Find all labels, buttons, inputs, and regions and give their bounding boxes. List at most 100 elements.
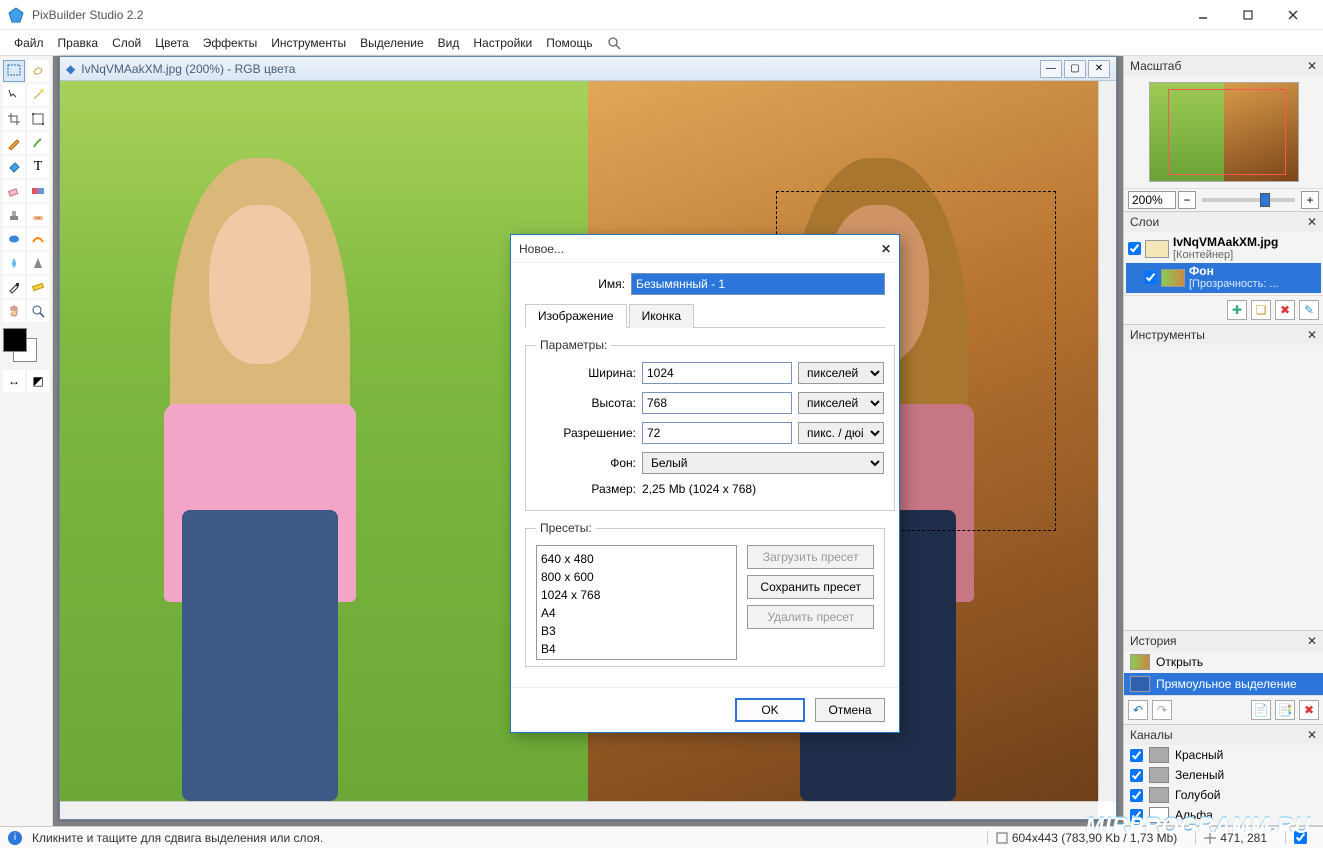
menu-view[interactable]: Вид <box>438 36 460 50</box>
resolution-unit-select[interactable]: пикс. / дюйм <box>798 422 884 444</box>
vertical-scrollbar[interactable] <box>1098 81 1116 801</box>
redo-button[interactable]: ↷ <box>1152 700 1172 720</box>
tool-blur[interactable] <box>3 252 25 274</box>
tool-crop[interactable] <box>3 108 25 130</box>
window-maximize-button[interactable] <box>1225 1 1270 29</box>
menu-effects[interactable]: Эффекты <box>203 36 258 50</box>
menu-edit[interactable]: Правка <box>58 36 99 50</box>
tab-image[interactable]: Изображение <box>525 304 627 328</box>
presets-list[interactable]: 640 x 480 800 x 600 1024 x 768 A4 B3 B4 … <box>536 545 737 660</box>
tool-sharpen[interactable] <box>27 252 49 274</box>
menu-settings[interactable]: Настройки <box>473 36 532 50</box>
tools-panel-close-icon[interactable]: ✕ <box>1307 328 1317 342</box>
swap-colors-icon[interactable]: ↔ <box>3 370 25 392</box>
doc-maximize-button[interactable]: ▢ <box>1064 60 1086 78</box>
dialog-close-icon[interactable]: ✕ <box>881 242 891 256</box>
channels-panel-close-icon[interactable]: ✕ <box>1307 728 1317 742</box>
duplicate-layer-button[interactable]: ❏ <box>1251 300 1271 320</box>
channel-row-green[interactable]: Зеленый <box>1124 765 1323 785</box>
ok-button[interactable]: OK <box>735 698 805 722</box>
zoom-in-button[interactable]: + <box>1301 191 1319 209</box>
undo-button[interactable]: ↶ <box>1128 700 1148 720</box>
zoom-panel-close-icon[interactable]: ✕ <box>1307 59 1317 73</box>
default-colors-icon[interactable]: ◩ <box>27 370 49 392</box>
horizontal-scrollbar[interactable] <box>60 801 1098 819</box>
tool-transform[interactable] <box>27 108 49 130</box>
layer-visibility-checkbox[interactable] <box>1128 242 1141 255</box>
tool-shape[interactable] <box>3 228 25 250</box>
preset-item[interactable]: 1024 x 768 <box>541 586 732 604</box>
tool-gradient[interactable] <box>27 180 49 202</box>
channel-checkbox[interactable] <box>1130 749 1143 762</box>
channel-checkbox[interactable] <box>1130 769 1143 782</box>
tool-fill[interactable] <box>3 156 25 178</box>
tool-move[interactable] <box>3 84 25 106</box>
preset-item[interactable]: B3 <box>541 622 732 640</box>
delete-layer-button[interactable]: ✖ <box>1275 300 1295 320</box>
tool-eraser[interactable] <box>3 180 25 202</box>
snapshot-dup-button[interactable]: 📑 <box>1275 700 1295 720</box>
tool-rect-select[interactable] <box>3 60 25 82</box>
width-input[interactable] <box>642 362 792 384</box>
tool-text[interactable]: T <box>27 156 49 178</box>
tool-wand[interactable] <box>27 84 49 106</box>
tool-measure[interactable] <box>27 276 49 298</box>
menu-layer[interactable]: Слой <box>112 36 141 50</box>
zoom-slider[interactable] <box>1202 198 1295 202</box>
tool-warp[interactable] <box>27 228 49 250</box>
tool-zoom[interactable] <box>27 300 49 322</box>
zoom-input[interactable] <box>1128 191 1176 209</box>
delete-preset-button[interactable]: Удалить пресет <box>747 605 874 629</box>
preset-item[interactable]: B5 <box>541 658 732 660</box>
search-icon[interactable] <box>607 36 621 50</box>
height-unit-select[interactable]: пикселей <box>798 392 884 414</box>
load-preset-button[interactable]: Загрузить пресет <box>747 545 874 569</box>
channel-row-blue[interactable]: Голубой <box>1124 785 1323 805</box>
resolution-input[interactable] <box>642 422 792 444</box>
layer-row-background[interactable]: Фон[Прозрачность: ... <box>1126 263 1321 292</box>
doc-close-button[interactable]: ✕ <box>1088 60 1110 78</box>
cancel-button[interactable]: Отмена <box>815 698 885 722</box>
save-preset-button[interactable]: Сохранить пресет <box>747 575 874 599</box>
tool-heal[interactable] <box>27 204 49 226</box>
layers-panel-close-icon[interactable]: ✕ <box>1307 215 1317 229</box>
height-input[interactable] <box>642 392 792 414</box>
preset-item[interactable]: B4 <box>541 640 732 658</box>
tool-brush[interactable] <box>27 132 49 154</box>
tool-pencil[interactable] <box>3 132 25 154</box>
preset-item[interactable]: 640 x 480 <box>541 550 732 568</box>
history-item-rectselect[interactable]: Прямоульное выделение <box>1124 673 1323 695</box>
tool-eyedropper[interactable] <box>3 276 25 298</box>
doc-minimize-button[interactable]: — <box>1040 60 1062 78</box>
layer-properties-button[interactable]: ✎ <box>1299 300 1319 320</box>
menu-colors[interactable]: Цвета <box>155 36 188 50</box>
channel-checkbox[interactable] <box>1130 789 1143 802</box>
window-minimize-button[interactable] <box>1180 1 1225 29</box>
name-input[interactable] <box>631 273 885 295</box>
layer-row-file[interactable]: IvNqVMAakXM.jpg[Контейнер] <box>1126 234 1321 263</box>
color-swatch[interactable] <box>3 328 43 362</box>
tool-hand[interactable] <box>3 300 25 322</box>
background-select[interactable]: Белый <box>642 452 884 474</box>
history-item-open[interactable]: Открыть <box>1124 651 1323 673</box>
menu-tools[interactable]: Инструменты <box>271 36 346 50</box>
preset-item[interactable]: A4 <box>541 604 732 622</box>
menu-selection[interactable]: Выделение <box>360 36 424 50</box>
menu-file[interactable]: Файл <box>14 36 44 50</box>
snapshot-delete-button[interactable]: ✖ <box>1299 700 1319 720</box>
navigator-thumb[interactable] <box>1149 82 1299 182</box>
history-panel-close-icon[interactable]: ✕ <box>1307 634 1317 648</box>
menu-help[interactable]: Помощь <box>546 36 592 50</box>
tab-icon[interactable]: Иконка <box>629 304 695 328</box>
snapshot-new-button[interactable]: 📄 <box>1251 700 1271 720</box>
tool-stamp[interactable] <box>3 204 25 226</box>
history-panel-title: История <box>1130 634 1177 648</box>
new-layer-button[interactable]: ✚ <box>1227 300 1247 320</box>
tool-lasso[interactable] <box>27 60 49 82</box>
layer-visibility-checkbox[interactable] <box>1144 271 1157 284</box>
preset-item[interactable]: 800 x 600 <box>541 568 732 586</box>
zoom-out-button[interactable]: − <box>1178 191 1196 209</box>
window-close-button[interactable] <box>1270 1 1315 29</box>
channel-row-red[interactable]: Красный <box>1124 745 1323 765</box>
width-unit-select[interactable]: пикселей <box>798 362 884 384</box>
